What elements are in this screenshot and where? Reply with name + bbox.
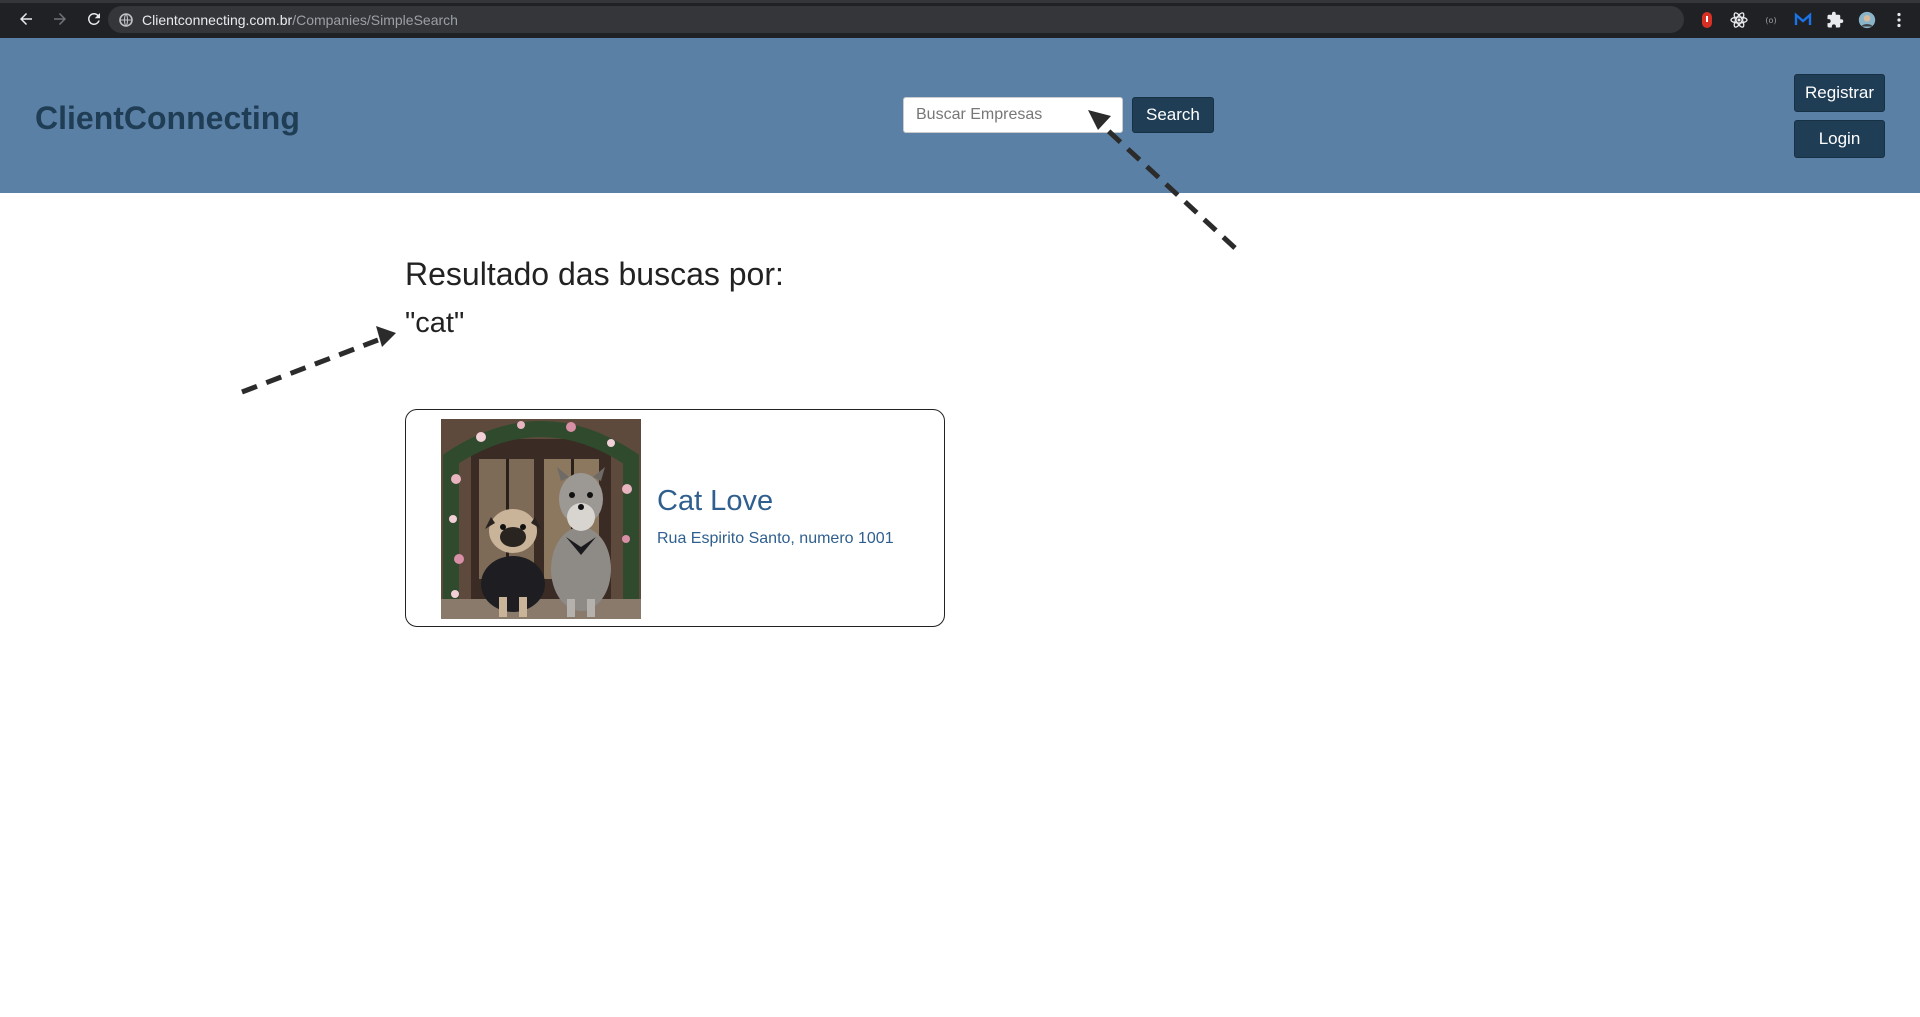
extension-red-icon[interactable] xyxy=(1696,9,1718,31)
results-heading: Resultado das buscas por: xyxy=(405,256,784,292)
company-name[interactable]: Cat Love xyxy=(657,485,773,518)
reload-button[interactable] xyxy=(78,3,110,35)
extension-bracket-icon[interactable]: (o) xyxy=(1760,9,1782,31)
site-info-icon xyxy=(119,12,133,27)
kebab-menu-icon[interactable] xyxy=(1888,9,1910,31)
address-bar[interactable]: Clientconnecting.com.br/Companies/Simple… xyxy=(108,6,1684,33)
extension-icon[interactable] xyxy=(1824,9,1846,31)
url-path: /Companies/SimpleSearch xyxy=(292,11,458,28)
brand-logo[interactable]: ClientConnecting xyxy=(35,100,300,137)
extension-m-icon[interactable] xyxy=(1792,9,1814,31)
profile-avatar-icon[interactable] xyxy=(1856,9,1878,31)
company-photo[interactable] xyxy=(441,419,641,619)
arrow-to-query-icon xyxy=(241,326,396,395)
search-query: "cat" xyxy=(405,307,465,339)
browser-toolbar: Clientconnecting.com.br/Companies/Simple… xyxy=(0,0,1920,38)
register-button[interactable]: Registrar xyxy=(1794,74,1885,112)
search-button[interactable]: Search xyxy=(1132,97,1214,133)
url-domain: Clientconnecting.com.br xyxy=(142,11,293,28)
login-button[interactable]: Login xyxy=(1794,120,1885,158)
search-form: Search xyxy=(903,97,1214,133)
forward-button[interactable] xyxy=(44,3,76,35)
back-arrow-icon xyxy=(20,13,32,25)
back-button[interactable] xyxy=(10,3,42,35)
search-input[interactable] xyxy=(903,97,1123,133)
site-header: ClientConnecting Search Registrar Login xyxy=(0,38,1920,193)
company-address: Rua Espirito Santo, numero 1001 xyxy=(657,530,894,547)
svg-text:(o): (o) xyxy=(1765,16,1776,25)
react-devtools-icon[interactable] xyxy=(1728,9,1750,31)
reload-icon xyxy=(87,12,100,25)
forward-arrow-icon xyxy=(54,13,66,25)
result-card[interactable]: Cat Love Rua Espirito Santo, numero 1001 xyxy=(405,409,945,627)
extensions-area: (o) xyxy=(1696,6,1910,33)
